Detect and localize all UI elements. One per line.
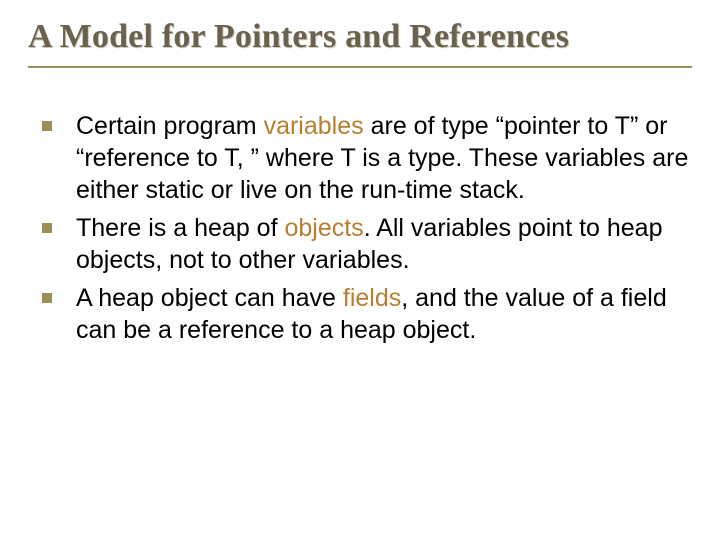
body-text: There is a heap of xyxy=(76,214,284,242)
body-text: A heap object can have xyxy=(76,284,343,312)
list-item: Certain program variables are of type “p… xyxy=(34,110,692,206)
bullet-list: Certain program variables are of type “p… xyxy=(34,110,692,346)
slide-title: A Model for Pointers and References xyxy=(28,18,692,68)
list-item: A heap object can have fields, and the v… xyxy=(34,282,692,346)
highlight-text: variables xyxy=(264,112,364,140)
highlight-text: fields xyxy=(343,284,401,312)
slide: A Model for Pointers and References Cert… xyxy=(0,0,720,540)
list-item: There is a heap of objects. All variable… xyxy=(34,212,692,276)
body-text: Certain program xyxy=(76,112,264,140)
highlight-text: objects xyxy=(284,214,363,242)
